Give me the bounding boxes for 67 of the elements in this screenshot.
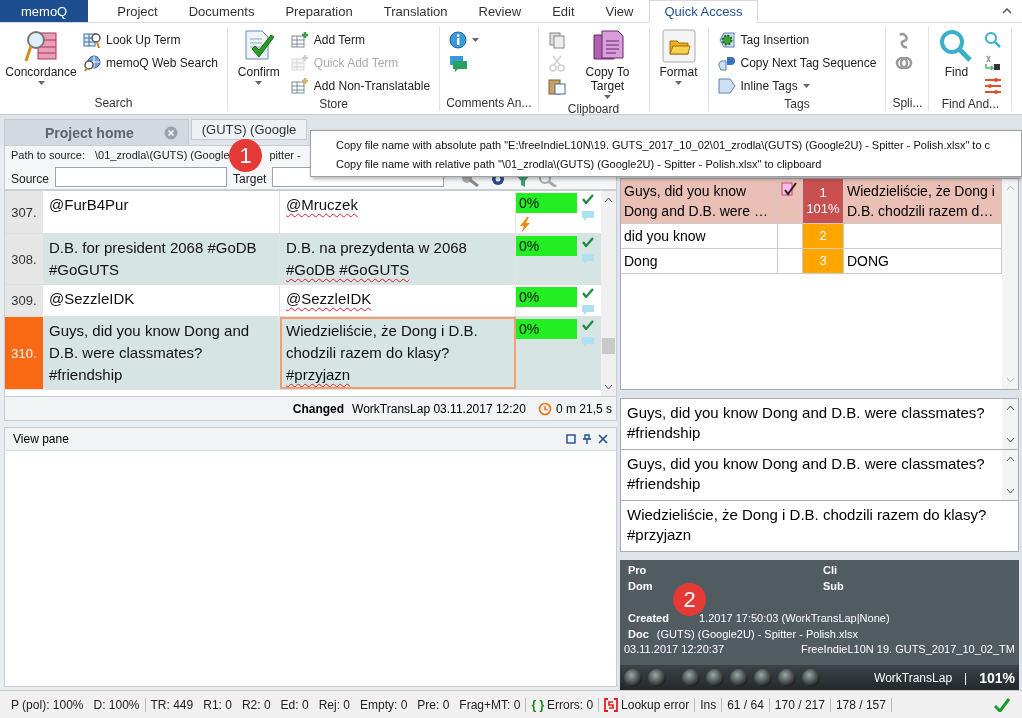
match-cell: 0% bbox=[516, 319, 577, 339]
field-label: Pro bbox=[628, 564, 648, 577]
row-number: 307. bbox=[5, 191, 43, 233]
source-cell: @FurB4Pur bbox=[43, 191, 280, 233]
memory-name: FreeIndieL10N 19. GUTS_2017_10_02_TM bbox=[800, 643, 1015, 656]
compare-text: Wiedzieliście, że Dong i D.B. chodzili razem do klasy? #przyjazn bbox=[626, 505, 988, 546]
group-label: Search bbox=[93, 95, 134, 111]
source-cell: D.B. for president 2068 #GoDB #GoGUTS bbox=[43, 234, 280, 284]
pane-title: View pane bbox=[13, 432, 70, 446]
path-value: \01_zrodla\(GUTS) (Google bbox=[95, 149, 230, 161]
status-item: Empty: 0 bbox=[359, 697, 409, 712]
braces-glyph: { } bbox=[531, 697, 545, 712]
elapsed-time: 0 m 21,5 s bbox=[555, 401, 612, 416]
status-item: D: 100% bbox=[92, 697, 141, 712]
match-cell: 0% bbox=[516, 287, 577, 307]
status-item: 178 / 157 bbox=[834, 697, 887, 712]
group-label: Clipboard bbox=[566, 101, 621, 117]
separator: | bbox=[964, 670, 968, 685]
row-number: 309. bbox=[5, 285, 43, 316]
status-item: Ins bbox=[699, 697, 718, 712]
status-item: 61 / 64 bbox=[726, 697, 765, 712]
status-item: P (pol): 100% bbox=[10, 697, 85, 712]
path-value: pitter - bbox=[269, 149, 301, 161]
group-label: Spli... bbox=[892, 95, 923, 111]
status-item: Errors: 0 bbox=[547, 697, 594, 712]
field-label: Sub bbox=[823, 580, 845, 593]
group-label: Store bbox=[318, 96, 349, 112]
filter-label: Source bbox=[11, 170, 50, 186]
target-cell: Wiedzieliście, że Dong i D.B. chodzili razem do klasy? #przyjazn bbox=[280, 317, 516, 389]
source-cell: Guys, did you know Dong and D.B. were classmates? #friendship bbox=[43, 317, 280, 389]
status-item: 170 / 217 bbox=[773, 697, 826, 712]
match-cell: 0% bbox=[516, 236, 577, 256]
status-item: Frag+MT: 0 bbox=[458, 697, 522, 712]
compare-text: Guys, did you know Dong and D.B. were classmates? #friendship bbox=[626, 403, 986, 444]
result-source: did you know bbox=[621, 224, 778, 248]
status-item: Pre: 0 bbox=[416, 697, 451, 712]
status-item: R1: 0 bbox=[202, 697, 233, 712]
field-label: Dom bbox=[628, 580, 654, 593]
group-label: Tags bbox=[783, 96, 811, 112]
match-score: 101% bbox=[979, 669, 1015, 686]
status-item: Ed: 0 bbox=[279, 697, 310, 712]
hit-number: 3 bbox=[819, 253, 827, 269]
hit-number: 1 bbox=[819, 185, 827, 201]
status-item: TR: 449 bbox=[149, 697, 195, 712]
user-name: WorkTransLap bbox=[874, 670, 953, 685]
group-label: Find And... bbox=[940, 96, 1001, 112]
result-source: Guys, did you know Dong and D.B. were … bbox=[621, 179, 778, 223]
row-number: 310. bbox=[5, 317, 43, 389]
timestamp: 03.11.2017 12:20:37 bbox=[624, 643, 725, 656]
source-cell: @SezzleIDK bbox=[43, 285, 280, 316]
path-label: Path to source: bbox=[11, 149, 85, 161]
field-value: (GUTS) (Google2U) - Spitter - Polish.xlsx bbox=[656, 628, 858, 641]
compare-text: Guys, did you know Dong and D.B. were classmates? #friendship bbox=[626, 454, 986, 495]
row-number: 308. bbox=[5, 234, 43, 284]
group-label: Comments An... bbox=[446, 95, 532, 111]
status-item: Lookup error bbox=[621, 697, 690, 712]
field-label: Cli bbox=[823, 564, 839, 577]
hit-number: 2 bbox=[819, 228, 827, 244]
match-score: 101% bbox=[806, 201, 840, 217]
filter-label: Target bbox=[233, 170, 267, 186]
field-label: Doc bbox=[628, 628, 649, 641]
match-cell: 0% bbox=[516, 193, 577, 213]
field-label: Created bbox=[628, 612, 669, 625]
status-text: Changed WorkTransLap 03.11.2017 12:20 bbox=[292, 401, 526, 416]
result-source: Dong bbox=[621, 249, 778, 273]
status-item: Rej: 0 bbox=[317, 697, 351, 712]
status-item: R2: 0 bbox=[240, 697, 272, 712]
